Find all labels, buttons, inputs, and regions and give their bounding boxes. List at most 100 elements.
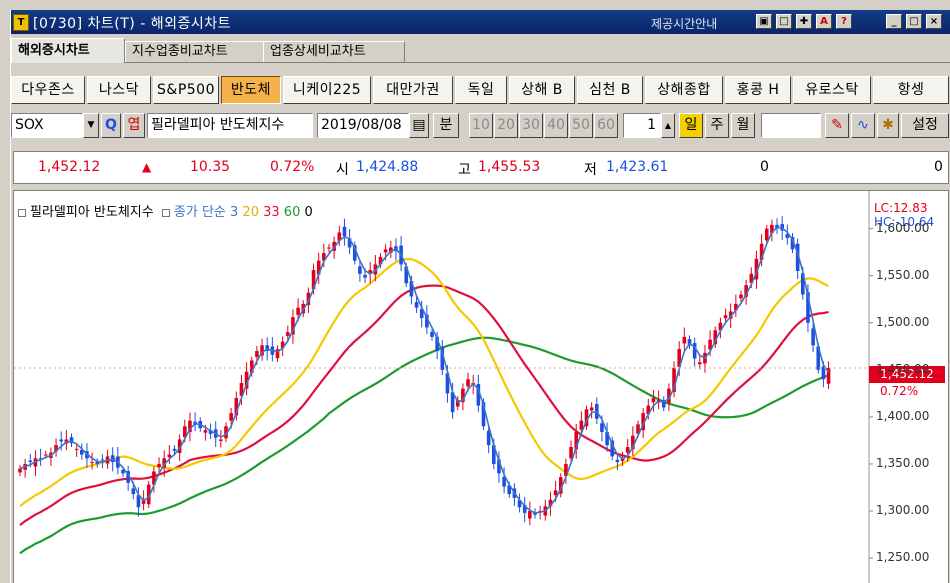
candle-body xyxy=(651,398,656,403)
chart-window: T [0730] 차트(T) - 해외증시차트 제공시간안내 ▣ □ ✚ A ?… xyxy=(10,10,950,583)
layout-icon[interactable]: ▣ xyxy=(756,14,772,29)
candle-body xyxy=(723,315,728,319)
y-tick-label: 1,250.00 xyxy=(876,550,930,565)
chart-legend: 필라델피아 반도체지수 종가 단순 3 20 33 60 0 xyxy=(18,201,313,220)
candle-body xyxy=(255,351,259,358)
high-price: 1,455.53 xyxy=(478,159,541,175)
count-spinner[interactable]: ▲ xyxy=(661,113,675,138)
candle-body xyxy=(553,490,558,496)
extra-value: 0 xyxy=(934,159,943,175)
day-button[interactable]: 일 xyxy=(679,113,703,138)
legend-square-icon xyxy=(18,208,26,217)
minute-30-button[interactable]: 30 xyxy=(519,113,543,138)
y-tick-label: 1,600.00 xyxy=(876,220,930,235)
minimize-icon[interactable]: _ xyxy=(886,14,902,29)
volume-value: 0 xyxy=(760,159,769,175)
week-button[interactable]: 주 xyxy=(705,113,729,138)
low-price: 1,423.61 xyxy=(606,159,669,175)
candle-body xyxy=(363,274,367,278)
market-button-sp500[interactable]: S&P500 xyxy=(153,76,219,104)
minute-20-button[interactable]: 20 xyxy=(494,113,518,138)
open-label: 시 xyxy=(336,162,349,178)
minute-60-button[interactable]: 60 xyxy=(594,113,618,138)
settings-button[interactable]: 설정 xyxy=(901,113,949,138)
market-button-shanghai-composite[interactable]: 상해종합 xyxy=(645,76,723,104)
candle-body xyxy=(43,454,48,456)
y-tick-label: 1,550.00 xyxy=(876,267,930,282)
tab-sector-compare[interactable]: 업종상세비교차트 xyxy=(263,41,405,62)
candle-body xyxy=(172,448,177,451)
excel-icon[interactable]: A xyxy=(816,14,832,29)
indicator-icon[interactable]: ✎ xyxy=(825,113,849,138)
market-button-eurostoxx[interactable]: 유로스탁 xyxy=(793,76,871,104)
help-icon[interactable]: ? xyxy=(836,14,852,29)
candle-body xyxy=(59,439,63,442)
candle-body xyxy=(327,247,331,249)
lc-label: LC:12.83 xyxy=(874,201,928,215)
hint-button[interactable]: 엽 xyxy=(123,113,145,138)
legend-ma-0: 0 xyxy=(304,205,313,220)
calendar-icon[interactable]: ▤ xyxy=(409,113,429,138)
count-input[interactable]: 1 xyxy=(623,113,661,138)
y-tick-label: 1,450.00 xyxy=(876,361,930,376)
chart-toolbar: SOX ▼ Q 엽 필라델피아 반도체지수 2019/08/08 ▤ 분 10 … xyxy=(11,111,950,141)
symbol-input[interactable]: SOX xyxy=(11,113,83,138)
high-label: 고 xyxy=(458,162,471,178)
market-button-hangseng[interactable]: 항셍 xyxy=(873,76,949,104)
market-button-taiwan[interactable]: 대만가권 xyxy=(373,76,453,104)
service-hours-link[interactable]: 제공시간안내 xyxy=(651,15,717,32)
pin-icon[interactable]: ✚ xyxy=(796,14,812,29)
legend-ma-3: 3 xyxy=(230,205,239,220)
candle-body xyxy=(296,307,300,315)
market-button-germany[interactable]: 독일 xyxy=(455,76,507,104)
ma33-line xyxy=(19,284,829,526)
tab-index-compare[interactable]: 지수업종비교차트 xyxy=(125,41,267,62)
symbol-name-field: 필라델피아 반도체지수 xyxy=(147,113,313,138)
candle-body xyxy=(698,362,702,365)
legend-ma-label: 종가 단순 xyxy=(173,205,226,220)
minute-period-button[interactable]: 분 xyxy=(433,113,459,138)
candle-body xyxy=(358,266,362,274)
minute-50-button[interactable]: 50 xyxy=(569,113,593,138)
market-button-semiconductor[interactable]: 반도체 xyxy=(221,76,281,104)
month-button[interactable]: 월 xyxy=(731,113,755,138)
app-icon: T xyxy=(13,14,29,31)
candle-body xyxy=(625,447,630,453)
candle-body xyxy=(682,336,687,344)
restore-icon[interactable]: □ xyxy=(776,14,792,29)
search-icon[interactable]: Q xyxy=(101,113,121,138)
extra-input[interactable] xyxy=(761,113,821,138)
trend-icon[interactable]: ∿ xyxy=(851,113,875,138)
legend-ma-20: 20 xyxy=(242,205,259,220)
legend-series-name: 필라델피아 반도체지수 xyxy=(30,205,154,220)
minute-10-button[interactable]: 10 xyxy=(469,113,493,138)
market-button-shanghai-b[interactable]: 상해 B xyxy=(509,76,575,104)
candle-body xyxy=(615,459,620,463)
market-button-nikkei[interactable]: 니케이225 xyxy=(283,76,371,104)
candle-body xyxy=(203,430,208,433)
candle-body xyxy=(528,511,532,519)
price-chart-panel[interactable]: 필라델피아 반도체지수 종가 단순 3 20 33 60 0 LC:12.83 … xyxy=(13,190,949,583)
candle-body xyxy=(600,423,604,432)
candle-body xyxy=(28,460,33,463)
market-button-nasdaq[interactable]: 나스닥 xyxy=(87,76,151,104)
candle-body xyxy=(739,294,743,299)
change-percent: 0.72% xyxy=(270,159,315,175)
market-button-hongkong-h[interactable]: 홍콩 H xyxy=(725,76,791,104)
market-button-dow[interactable]: 다우존스 xyxy=(11,76,85,104)
close-icon[interactable]: × xyxy=(926,14,942,29)
y-tick-label: 1,350.00 xyxy=(876,455,930,470)
market-button-shenzhen-b[interactable]: 심천 B xyxy=(577,76,643,104)
candle-body xyxy=(342,226,347,237)
title-bar[interactable]: T [0730] 차트(T) - 해외증시차트 제공시간안내 ▣ □ ✚ A ?… xyxy=(11,10,950,34)
candle-body xyxy=(383,249,388,253)
symbol-dropdown-arrow[interactable]: ▼ xyxy=(83,113,99,138)
tab-overseas-chart[interactable]: 해외증시차트 xyxy=(11,38,125,63)
legend-ma-33: 33 xyxy=(263,205,280,220)
minute-40-button[interactable]: 40 xyxy=(544,113,568,138)
candlestick-chart[interactable] xyxy=(14,191,949,583)
candle-body xyxy=(430,331,434,337)
date-input[interactable]: 2019/08/08 xyxy=(317,113,409,138)
gear-icon[interactable]: ✱ xyxy=(877,113,899,138)
maximize-icon[interactable]: □ xyxy=(906,14,922,29)
